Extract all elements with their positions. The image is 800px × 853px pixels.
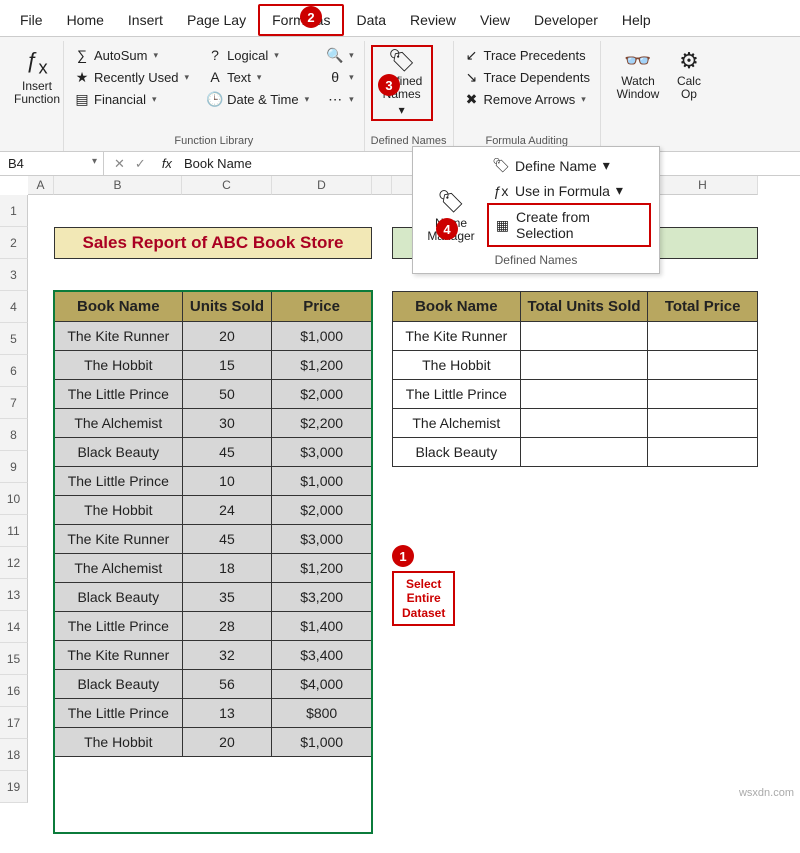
logical-button[interactable]: ?Logical▾ (203, 45, 283, 65)
defined-names-dropdown: 🏷 Name Manager 🏷Define Name▾ ƒxUse in Fo… (412, 146, 660, 274)
table-row[interactable]: The Alchemist (393, 409, 758, 438)
tab-insert[interactable]: Insert (116, 6, 175, 34)
clock-icon: 🕒 (207, 91, 223, 107)
table-row[interactable]: The Little Prince10$1,000 (55, 467, 372, 496)
more-icon: ⋯ (327, 91, 343, 107)
table-row[interactable]: The Alchemist18$1,200 (55, 554, 372, 583)
group-label-function-library: Function Library (70, 133, 358, 149)
tab-review[interactable]: Review (398, 6, 468, 34)
table-row[interactable]: Black Beauty45$3,000 (55, 438, 372, 467)
table-header[interactable]: Book Name (55, 292, 183, 322)
table-row[interactable]: The Hobbit (393, 351, 758, 380)
table-row[interactable]: The Little Prince13$800 (55, 699, 372, 728)
row-headers[interactable]: 12345678910111213141516171819 (0, 195, 28, 803)
ribbon-tabs: FileHomeInsertPage LayFormulasDataReview… (0, 0, 800, 37)
fx-icon[interactable]: fx (156, 156, 178, 171)
tab-file[interactable]: File (8, 6, 55, 34)
create-from-selection-menu-item[interactable]: ▦Create from Selection (487, 203, 651, 247)
callout-3: 3 (378, 74, 400, 96)
tab-data[interactable]: Data (344, 6, 398, 34)
lookup-button[interactable]: 🔍▾ (323, 45, 358, 65)
recently-used-button[interactable]: ★Recently Used▾ (70, 67, 193, 87)
table-header[interactable]: Units Sold (182, 292, 272, 322)
tab-developer[interactable]: Developer (522, 6, 610, 34)
precedents-icon: ↙ (464, 47, 480, 63)
recent-icon: ★ (74, 69, 90, 85)
text-icon: A (207, 69, 223, 85)
callout-1: 1 (392, 545, 414, 567)
table-row[interactable]: The Kite Runner45$3,000 (55, 525, 372, 554)
formula-icon: ƒx (493, 183, 509, 199)
insert-function-button[interactable]: ƒx Insert Function (6, 45, 68, 110)
create-selection-icon: ▦ (495, 217, 510, 233)
sales-report-title: Sales Report of ABC Book Store (54, 227, 372, 259)
table-row[interactable]: The Kite Runner20$1,000 (55, 322, 372, 351)
remove-arrows-icon: ✖ (464, 91, 480, 107)
table-row[interactable]: The Little Prince28$1,400 (55, 612, 372, 641)
table-row[interactable]: Black Beauty (393, 438, 758, 467)
tab-help[interactable]: Help (610, 6, 663, 34)
table-header[interactable]: Price (272, 292, 372, 322)
logical-icon: ? (207, 47, 223, 63)
define-name-menu-item[interactable]: 🏷Define Name▾ (487, 153, 651, 178)
sales-table[interactable]: Book NameUnits SoldPriceThe Kite Runner2… (54, 291, 372, 757)
watch-icon: 👓 (624, 49, 651, 73)
table-row[interactable]: Black Beauty35$3,200 (55, 583, 372, 612)
tab-view[interactable]: View (468, 6, 522, 34)
trace-dependents-button[interactable]: ↘Trace Dependents (460, 67, 594, 87)
step-text: SelectEntireDataset (392, 571, 455, 626)
text-button[interactable]: AText▾ (203, 67, 265, 87)
name-box[interactable]: B4 (0, 152, 104, 175)
table-header[interactable]: Book Name (393, 292, 521, 322)
table-row[interactable]: The Hobbit24$2,000 (55, 496, 372, 525)
callout-2: 2 (300, 6, 322, 28)
fx-icon: ƒx (26, 49, 47, 78)
name-tag-icon: 🏷 (388, 49, 416, 73)
sigma-icon: ∑ (74, 47, 90, 63)
table-row[interactable]: The Little Prince (393, 380, 758, 409)
table-row[interactable]: The Kite Runner (393, 322, 758, 351)
math-button[interactable]: θ▾ (323, 67, 358, 87)
table-row[interactable]: The Hobbit15$1,200 (55, 351, 372, 380)
table-header[interactable]: Total Price (648, 292, 758, 322)
table-row[interactable]: Black Beauty56$4,000 (55, 670, 372, 699)
ribbon: ƒx Insert Function ∑AutoSum▾ ★Recently U… (0, 37, 800, 152)
watch-window-button[interactable]: 👓 Watch Window (607, 45, 669, 106)
trace-precedents-button[interactable]: ↙Trace Precedents (460, 45, 590, 65)
lookup-icon: 🔍 (327, 47, 343, 63)
table-row[interactable]: The Kite Runner32$3,400 (55, 641, 372, 670)
table-header[interactable]: Total Units Sold (520, 292, 648, 322)
table-row[interactable]: The Alchemist30$2,200 (55, 409, 372, 438)
dropdown-caption: Defined Names (417, 249, 655, 269)
remove-arrows-button[interactable]: ✖Remove Arrows▾ (460, 89, 590, 109)
name-manager-icon: 🏷 (437, 190, 465, 214)
formula-bar: B4 ✕ ✓ fx Book Name (0, 152, 800, 176)
table-row[interactable]: The Hobbit20$1,000 (55, 728, 372, 757)
theta-icon: θ (327, 69, 343, 85)
financial-icon: ▤ (74, 91, 90, 107)
watermark: wsxdn.com (739, 787, 794, 799)
step-annotation: 1 SelectEntireDataset (392, 545, 455, 626)
calc-options-button[interactable]: ⚙ Calc Op (669, 45, 709, 106)
table-row[interactable]: The Little Prince50$2,000 (55, 380, 372, 409)
calc-icon: ⚙ (679, 49, 699, 73)
tab-home[interactable]: Home (55, 6, 116, 34)
financial-button[interactable]: ▤Financial▾ (70, 89, 161, 109)
accept-icon[interactable]: ✓ (135, 156, 146, 172)
summary-table[interactable]: Book NameTotal Units SoldTotal PriceThe … (392, 291, 758, 467)
worksheet[interactable]: ABCDH 12345678910111213141516171819 Sale… (0, 176, 800, 803)
autosum-button[interactable]: ∑AutoSum▾ (70, 45, 162, 65)
more-func-button[interactable]: ⋯▾ (323, 89, 358, 109)
tag-icon: 🏷 (493, 158, 509, 174)
date-time-button[interactable]: 🕒Date & Time▾ (203, 89, 313, 109)
cancel-icon[interactable]: ✕ (114, 156, 125, 172)
tab-page-lay[interactable]: Page Lay (175, 6, 258, 34)
dependents-icon: ↘ (464, 69, 480, 85)
callout-4: 4 (436, 218, 458, 240)
use-in-formula-menu-item[interactable]: ƒxUse in Formula▾ (487, 178, 651, 203)
